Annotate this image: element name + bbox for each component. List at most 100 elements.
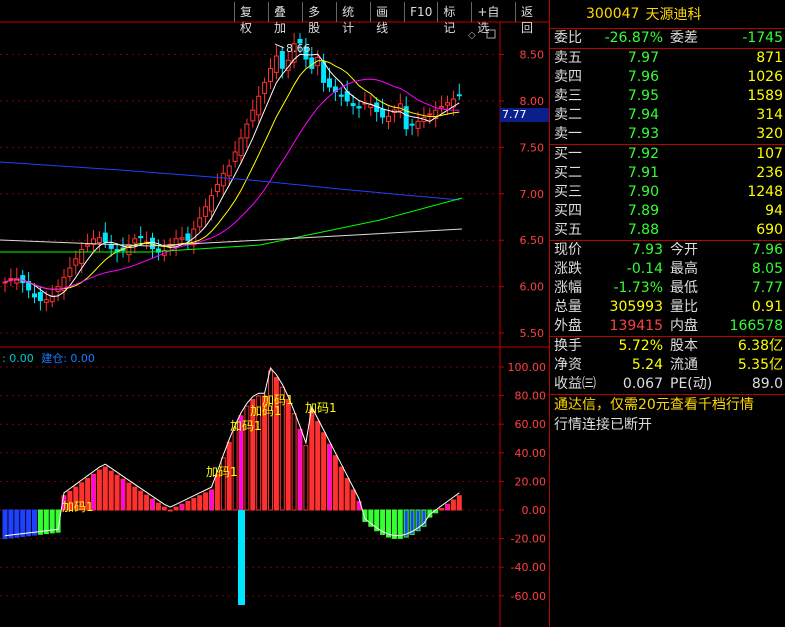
- candle-body: [456, 94, 462, 97]
- bid-volume: 1248: [747, 184, 783, 200]
- ask-row[interactable]: 卖一 7.93 320: [550, 125, 785, 144]
- osc-bar: [338, 466, 344, 511]
- stats-label: 流通: [670, 357, 698, 373]
- osc-bar: [197, 495, 203, 511]
- candle-body: [397, 103, 403, 112]
- ask-price: 7.97: [627, 50, 659, 66]
- bid-section: 买一 7.92 107 买二 7.91 236 买三 7.90 1248 买四 7.89 94 …: [550, 145, 785, 241]
- multi-stock-button[interactable]: 多股: [302, 2, 336, 35]
- candle-body: [238, 137, 244, 157]
- candle-body: [415, 120, 421, 129]
- kline-chart[interactable]: 8.50 8.00 7.50 7.00 6.50 6.00 5.50 100.00 80.00 6…: [0, 0, 549, 627]
- bid-row[interactable]: 买一 7.92 107: [550, 145, 785, 164]
- ask-row[interactable]: 卖四 7.96 1026: [550, 68, 785, 87]
- bid-row[interactable]: 买二 7.91 236: [550, 164, 785, 183]
- osc-bar: [2, 509, 8, 540]
- bid-row[interactable]: 买三 7.90 1248: [550, 183, 785, 202]
- bid-price: 7.91: [627, 165, 659, 181]
- bid-volume: 107: [756, 146, 783, 162]
- overlay-button[interactable]: 叠加: [268, 2, 302, 35]
- chart-area[interactable]: 8.50 8.00 7.50 7.00 6.50 6.00 5.50 100.00 80.00 6…: [0, 0, 550, 627]
- stats-button[interactable]: 统计: [336, 2, 370, 35]
- bid-label: 买一: [554, 146, 582, 162]
- osc-bar: [456, 495, 462, 511]
- bid-price: 7.92: [627, 146, 659, 162]
- quote-row: 涨跌 -0.14 最高 8.05: [550, 260, 785, 279]
- quote-value: 8.05: [751, 261, 783, 277]
- osc-bar: [214, 473, 220, 511]
- draw-line-button[interactable]: 画线: [370, 2, 404, 35]
- quote-row: 总量 305993 量比 0.91: [550, 298, 785, 317]
- quote-panel: 300047 天源迪科 委比 -26.87% 委差 -1745 卖五 7.97 87…: [549, 0, 785, 627]
- ask-label: 卖五: [554, 50, 582, 66]
- back-button[interactable]: 返回: [515, 2, 549, 35]
- indicator-legend: : 0.00 建仓: 0.00: [2, 350, 95, 366]
- osc-axis-label: -60.00: [511, 590, 546, 603]
- signal-label: 加码1: [230, 419, 262, 433]
- bid-volume: 236: [756, 165, 783, 181]
- ask-price: 7.93: [627, 126, 659, 142]
- candle-body: [356, 106, 362, 109]
- osc-bar: [132, 486, 138, 511]
- stats-label: PE(动): [670, 376, 713, 392]
- quote-label: 涨跌: [554, 261, 582, 277]
- osc-bar: [285, 398, 291, 511]
- ask-volume: 1026: [747, 69, 783, 85]
- bid-label: 买四: [554, 203, 582, 219]
- candle-body: [209, 195, 214, 212]
- f10-button[interactable]: F10: [404, 2, 437, 22]
- osc-bar: [268, 370, 273, 511]
- candle-body: [220, 172, 226, 187]
- add-watchlist-button[interactable]: +自选: [471, 2, 515, 35]
- price-axis-label: 7.00: [520, 188, 545, 201]
- indicator-value-a: : 0.00: [2, 352, 34, 365]
- stats-section: 换手 5.72% 股本 6.38亿 净资 5.24 流通 5.35亿 收益㈢ 0.067 PE(…: [550, 337, 785, 395]
- osc-bar: [203, 492, 209, 511]
- fuquan-button[interactable]: 复权: [234, 2, 268, 35]
- ma10-line: [4, 60, 460, 290]
- mark-button[interactable]: 标记: [437, 2, 471, 35]
- quote-value: 7.96: [751, 242, 783, 258]
- promo-link[interactable]: 通达信，仅需20元查看千档行情: [554, 395, 785, 415]
- weicha-value: -1745: [742, 30, 783, 46]
- candle-body: [386, 115, 391, 123]
- quote-label: 总量: [554, 299, 582, 315]
- osc-bar: [303, 445, 309, 511]
- candle-body: [262, 81, 268, 94]
- osc-bar: [332, 455, 338, 511]
- quote-value: 7.77: [751, 280, 783, 296]
- quote-row: 现价 7.93 今开 7.96: [550, 241, 785, 260]
- stats-value: 0.067: [622, 376, 663, 392]
- ask-price: 7.94: [627, 107, 659, 123]
- candle-body: [32, 293, 37, 298]
- quote-value: -1.73%: [613, 280, 663, 296]
- price-axis-label: 7.50: [520, 141, 545, 154]
- quote-value: 139415: [609, 318, 663, 334]
- ask-row[interactable]: 卖三 7.95 1589: [550, 87, 785, 106]
- osc-bar: [155, 502, 161, 511]
- stats-row: 换手 5.72% 股本 6.38亿: [550, 337, 785, 356]
- stats-value: 5.35亿: [737, 357, 783, 373]
- osc-bar: [344, 478, 350, 511]
- osc-bar: [108, 470, 114, 511]
- candle-body: [232, 151, 238, 162]
- ask-row[interactable]: 卖五 7.97 871: [550, 49, 785, 68]
- quote-label: 今开: [670, 242, 698, 258]
- osc-bar: [185, 500, 191, 511]
- signal-label: 加码1: [305, 401, 337, 415]
- candle-body: [327, 78, 332, 88]
- candle-body: [43, 299, 49, 303]
- candle-body: [179, 237, 185, 240]
- ask-row[interactable]: 卖二 7.94 314: [550, 106, 785, 125]
- osc-bar: [37, 509, 43, 535]
- osc-bar: [144, 494, 150, 511]
- osc-bar: [397, 509, 403, 539]
- stats-label: 换手: [554, 338, 582, 354]
- bid-row[interactable]: 买四 7.89 94: [550, 202, 785, 221]
- candle-body: [73, 258, 79, 266]
- price-axis-label: 6.00: [520, 281, 545, 294]
- stats-row: 净资 5.24 流通 5.35亿: [550, 356, 785, 375]
- stock-name: 天源迪科: [645, 7, 702, 23]
- candle-body: [8, 278, 14, 281]
- bid-row[interactable]: 买五 7.88 690: [550, 221, 785, 240]
